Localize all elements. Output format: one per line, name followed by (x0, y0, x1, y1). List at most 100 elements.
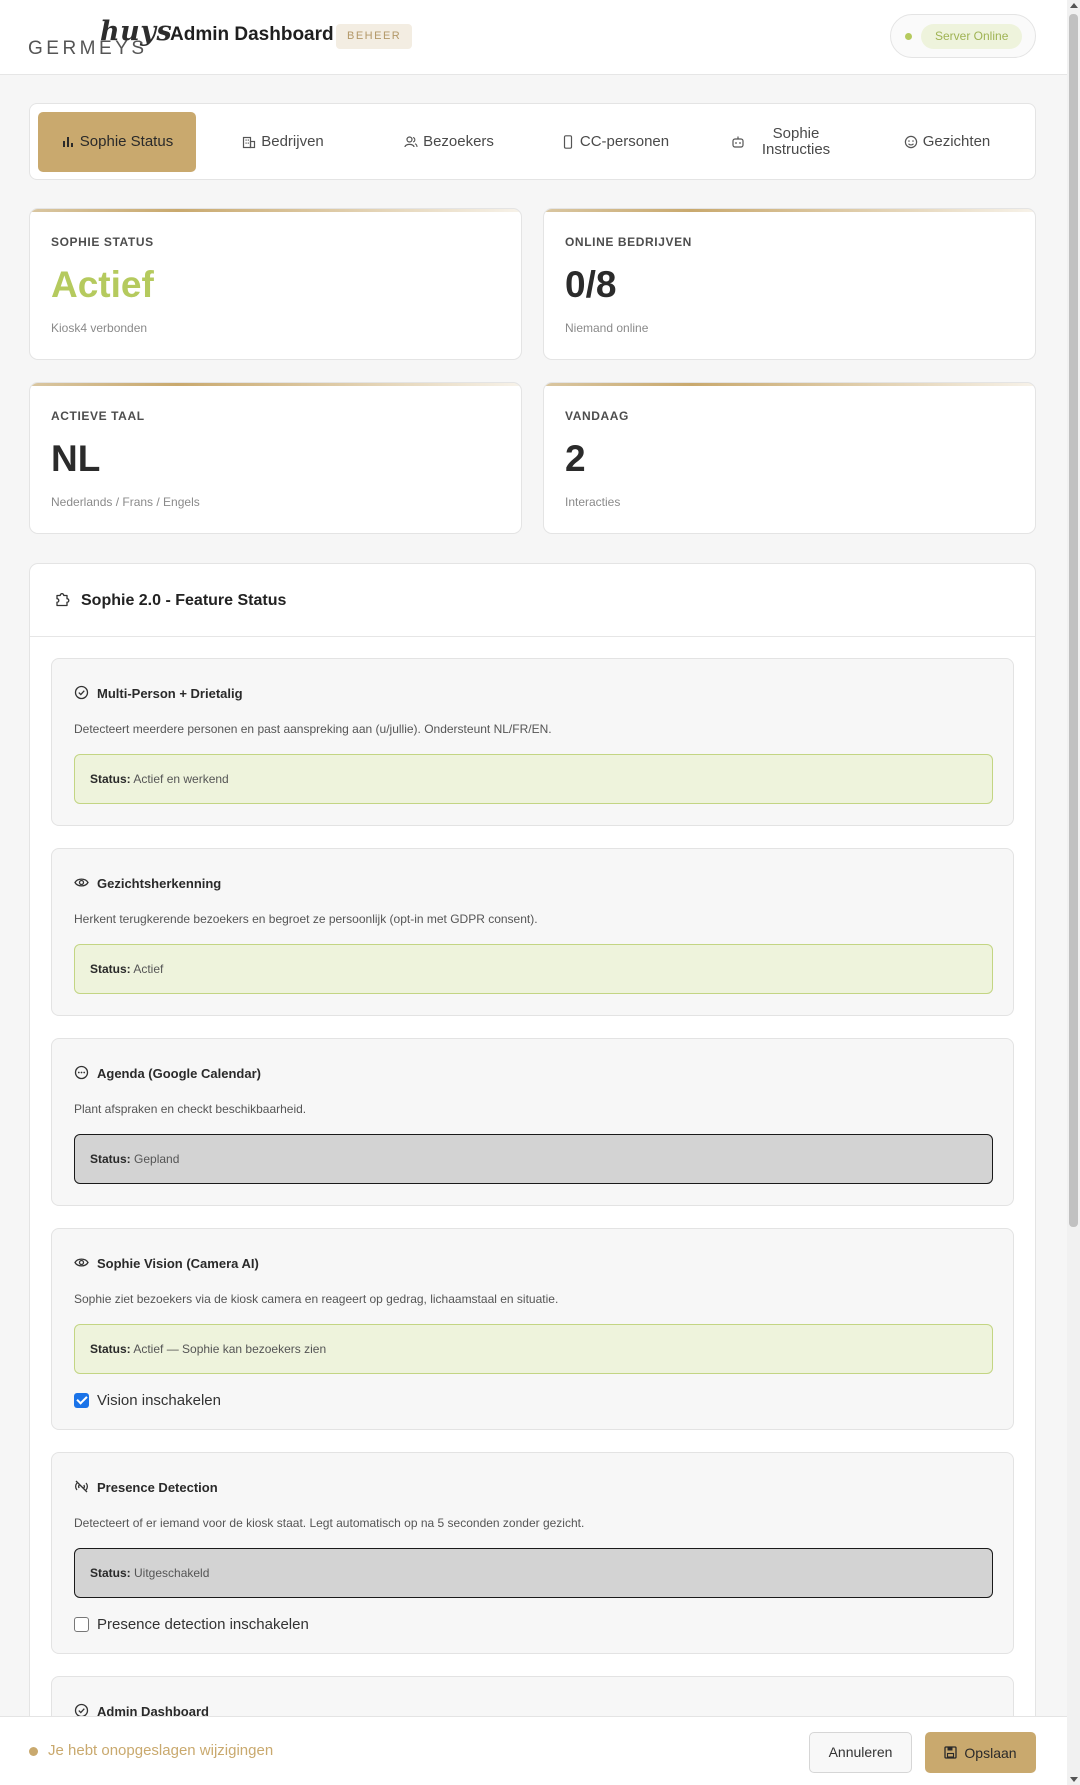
feature-status-box: Status: Actief — Sophie kan bezoekers zi… (74, 1324, 993, 1374)
stat-card-vandaag: VANDAAG 2 Interacties (543, 382, 1036, 534)
stat-subtext: Interacties (565, 495, 621, 509)
feature-description: Detecteert of er iemand voor de kiosk st… (74, 1516, 585, 1530)
save-button[interactable]: Opslaan (925, 1732, 1036, 1773)
feature-status-panel: Sophie 2.0 - Feature Status Multi-Person… (29, 563, 1036, 1785)
stat-value: 0/8 (565, 264, 617, 305)
signal-off-icon (75, 1480, 88, 1493)
stat-value: Actief (51, 264, 154, 305)
feature-card-presence-detection: Presence Detection Detecteert of er iema… (51, 1452, 1014, 1654)
unsaved-indicator-dot-icon (29, 1747, 38, 1756)
users-icon (404, 136, 418, 148)
status-value: Actief (133, 962, 164, 976)
feature-description: Detecteert meerdere personen en past aan… (74, 722, 552, 736)
unsaved-changes-message: Je hebt onopgeslagen wijzigingen (48, 1742, 274, 1759)
tab-bedrijven[interactable]: Bedrijven (204, 112, 362, 172)
feature-title: Multi-Person + Drietalig (97, 686, 243, 701)
page-title: Admin Dashboard (170, 24, 334, 45)
presence-checkbox-label[interactable]: Presence detection inschakelen (97, 1616, 309, 1633)
logo-germeys-text: GERMEYS (28, 38, 148, 59)
stat-label: SOPHIE STATUS (51, 235, 154, 249)
tab-label: Sophie Instructies (761, 125, 831, 158)
stat-card-actieve-taal: ACTIEVE TAAL NL Nederlands / Frans / Eng… (29, 382, 522, 534)
status-prefix: Status: (90, 1342, 131, 1356)
presence-toggle-row[interactable]: Presence detection inschakelen (74, 1616, 309, 1633)
tab-sophie-instructies[interactable]: Sophie Instructies (702, 112, 860, 172)
presence-checkbox[interactable] (74, 1617, 89, 1632)
feature-title: Gezichtsherkenning (97, 876, 222, 891)
status-value: Gepland (134, 1152, 180, 1166)
beheer-badge: BEHEER (336, 24, 413, 49)
stat-label: ONLINE BEDRIJVEN (565, 235, 692, 249)
card-accent-line (30, 209, 521, 212)
feature-title: Agenda (Google Calendar) (97, 1066, 261, 1081)
feature-card-gezichtsherkenning: Gezichtsherkenning Herkent terugkerende … (51, 848, 1014, 1016)
building-icon (243, 136, 256, 149)
scroll-up-arrow-icon[interactable] (1070, 3, 1078, 8)
status-prefix: Status: (90, 1152, 131, 1166)
stat-value: NL (51, 438, 101, 479)
robot-icon (732, 136, 744, 148)
eye-icon (74, 1258, 89, 1267)
stat-label: VANDAAG (565, 409, 629, 423)
feature-title: Presence Detection (97, 1480, 218, 1495)
stat-subtext: Nederlands / Frans / Engels (51, 495, 200, 509)
card-accent-line (544, 383, 1035, 386)
feature-card-multi-person: Multi-Person + Drietalig Detecteert meer… (51, 658, 1014, 826)
stat-card-online-bedrijven: ONLINE BEDRIJVEN 0/8 Niemand online (543, 208, 1036, 360)
cancel-button[interactable]: Annuleren (809, 1732, 912, 1773)
bar-chart-icon (62, 137, 73, 147)
page-scrollbar[interactable] (1067, 0, 1080, 1785)
status-prefix: Status: (90, 1566, 131, 1580)
feature-description: Herkent terugkerende bezoekers en begroe… (74, 912, 538, 926)
tab-sophie-status[interactable]: Sophie Status (38, 112, 196, 172)
feature-description: Plant afspraken en checkt beschikbaarhei… (74, 1102, 307, 1116)
ellipsis-circle-icon (74, 1065, 89, 1080)
tab-bezoekers[interactable]: Bezoekers (370, 112, 528, 172)
face-icon (904, 135, 917, 149)
feature-status-box: Status: Actief (74, 944, 993, 994)
save-floppy-icon (944, 1746, 958, 1759)
check-circle-icon (74, 685, 89, 700)
scroll-down-arrow-icon[interactable] (1070, 1777, 1078, 1782)
scrollbar-thumb[interactable] (1069, 14, 1078, 1227)
tab-label: Bezoekers (423, 133, 494, 150)
panel-header: Sophie 2.0 - Feature Status (30, 564, 1035, 637)
tab-label: Sophie Status (79, 133, 174, 150)
tab-gezichten[interactable]: Gezichten (868, 112, 1026, 172)
status-value: Uitgeschakeld (134, 1566, 210, 1580)
status-value: Actief — Sophie kan bezoekers zien (133, 1342, 327, 1356)
feature-status-box: Status: Gepland (74, 1134, 993, 1184)
tab-cc-personen[interactable]: CC-personen (536, 112, 694, 172)
app-header: huys GERMEYS Admin Dashboard BEHEER Serv… (0, 0, 1067, 75)
feature-card-sophie-vision: Sophie Vision (Camera AI) Sophie ziet be… (51, 1228, 1014, 1430)
server-status-label: Server Online (921, 24, 1023, 49)
phone-icon (563, 135, 572, 149)
stat-card-sophie-status: SOPHIE STATUS Actief Kiosk4 verbonden (29, 208, 522, 360)
feature-title: Sophie Vision (Camera AI) (97, 1256, 259, 1271)
status-value: Actief en werkend (133, 772, 229, 786)
feature-status-box: Status: Actief en werkend (74, 754, 993, 804)
tab-label: Gezichten (922, 133, 991, 150)
vision-toggle-row[interactable]: Vision inschakelen (74, 1392, 221, 1409)
status-prefix: Status: (90, 772, 131, 786)
germeys-huys-logo[interactable]: huys GERMEYS (28, 16, 172, 60)
stat-subtext: Kiosk4 verbonden (51, 321, 148, 335)
stat-label: ACTIEVE TAAL (51, 409, 145, 423)
feature-description: Sophie ziet bezoekers via de kiosk camer… (74, 1292, 559, 1306)
unsaved-changes-bar: Je hebt onopgeslagen wijzigingen Annuler… (0, 1716, 1067, 1785)
tab-label: Bedrijven (261, 133, 324, 150)
status-prefix: Status: (90, 962, 131, 976)
card-accent-line (30, 383, 521, 386)
puzzle-icon (56, 593, 70, 607)
panel-title: Sophie 2.0 - Feature Status (81, 592, 287, 609)
tab-bar: Sophie Status Bedrijven Bezoekers CC-per… (29, 103, 1036, 180)
server-status-dot-icon (905, 33, 912, 40)
feature-card-agenda: Agenda (Google Calendar) Plant afspraken… (51, 1038, 1014, 1206)
eye-icon (74, 878, 89, 887)
server-status-pill: Server Online (890, 14, 1036, 58)
save-button-label: Opslaan (964, 1744, 1017, 1761)
vision-checkbox[interactable] (74, 1393, 89, 1408)
vision-checkbox-label[interactable]: Vision inschakelen (97, 1392, 221, 1409)
card-accent-line (544, 209, 1035, 212)
tab-label: CC-personen (579, 133, 670, 150)
